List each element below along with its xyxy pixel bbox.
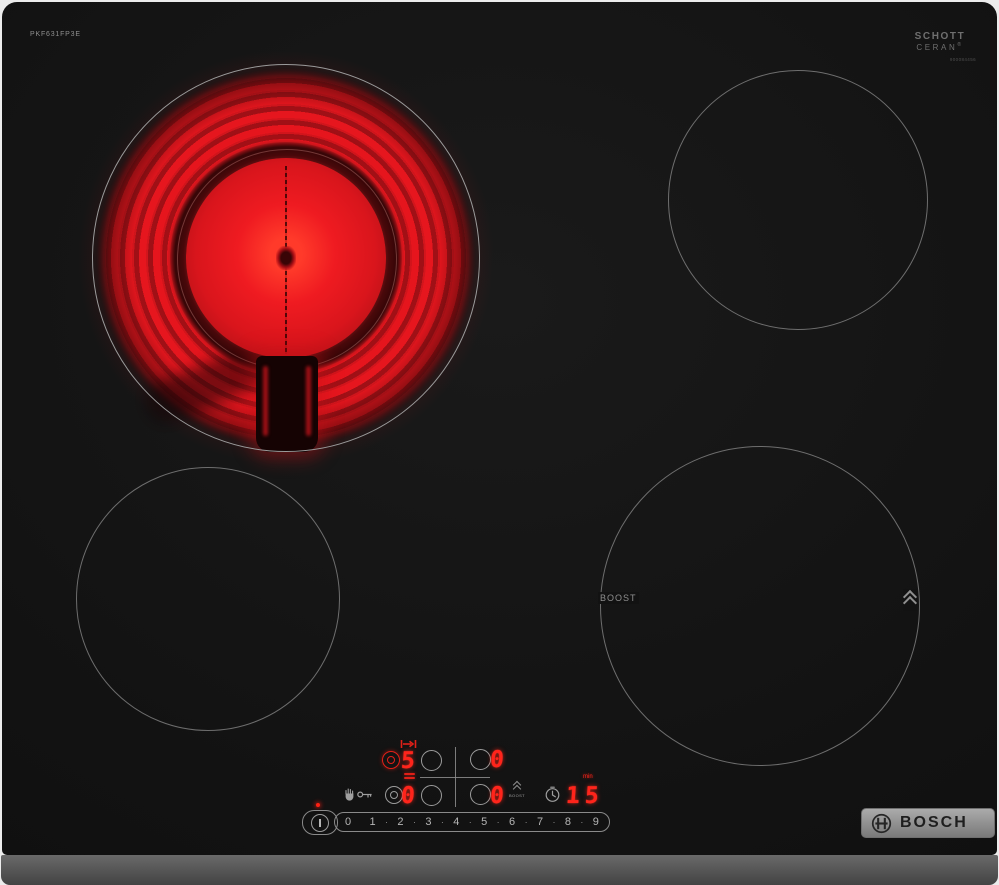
- key-icon[interactable]: [357, 790, 373, 799]
- zone-outline-circle: [92, 64, 480, 452]
- front-right-level-display: 0: [489, 783, 505, 809]
- slider-level-5[interactable]: 5: [481, 816, 487, 828]
- timer-unit-label: min: [583, 774, 593, 780]
- slider-level-0[interactable]: 0: [345, 816, 351, 828]
- power-indicator-dot: [316, 803, 320, 807]
- power-level-slider[interactable]: 0 1 · 2 · 3 · 4 · 5 · 6 · 7 · 8 · 9: [334, 812, 610, 832]
- schott-ceran-logo: SCHOTT CERAN® 900084456: [900, 31, 980, 62]
- slider-level-4[interactable]: 4: [453, 816, 459, 828]
- slider-dot: ·: [552, 817, 556, 827]
- bosch-logo-text: BOSCH: [900, 814, 968, 831]
- boost-key[interactable]: BOOST: [506, 780, 528, 798]
- rear-left-level-display: 5: [400, 748, 416, 774]
- rear-left-zone-selected-icon: [382, 751, 400, 769]
- slider-level-9[interactable]: 9: [593, 816, 599, 828]
- schott-logo-line1: SCHOTT: [914, 31, 966, 42]
- hand-icon[interactable]: [343, 787, 356, 801]
- model-number: PKF631FP3E: [30, 31, 81, 38]
- schott-logo-line2: CERAN®: [916, 41, 964, 52]
- cooktop-product-photo: PKF631FP3E SCHOTT CERAN® 900084456 BOOST: [0, 0, 999, 885]
- slider-dot: ·: [524, 817, 528, 827]
- zone-rear-left-heating: [76, 48, 496, 468]
- slider-dot: ·: [468, 817, 472, 827]
- standby-icon: [311, 813, 329, 832]
- slider-level-6[interactable]: 6: [509, 816, 515, 828]
- double-chevron-up-icon: [902, 589, 918, 611]
- slider-dot: ·: [580, 817, 584, 827]
- slider-level-3[interactable]: 3: [425, 816, 431, 828]
- slider-dot: ·: [385, 817, 389, 827]
- boost-key-label: BOOST: [508, 793, 525, 798]
- slider-dot: ·: [440, 817, 444, 827]
- slider-level-2[interactable]: 2: [397, 816, 403, 828]
- glass-print-code: 900084456: [949, 56, 976, 62]
- rear-left-zone-key[interactable]: [421, 750, 442, 771]
- bosch-logo-badge: BOSCH: [861, 808, 995, 838]
- power-key[interactable]: [302, 810, 338, 835]
- zone-rear-right: [668, 70, 928, 330]
- zone-front-right-boost: [600, 446, 920, 766]
- boost-zone-label: BOOST: [598, 592, 639, 604]
- slider-level-7[interactable]: 7: [537, 816, 543, 828]
- front-left-zone-key[interactable]: [421, 785, 442, 806]
- dual-circuit-marks: [404, 773, 415, 781]
- rear-right-zone-key[interactable]: [470, 749, 491, 770]
- front-left-level-display: 0: [400, 783, 416, 809]
- timer-display: 15: [565, 783, 605, 809]
- slider-dot: ·: [496, 817, 500, 827]
- slider-dot: ·: [412, 817, 416, 827]
- slider-level-8[interactable]: 8: [565, 816, 571, 828]
- front-right-zone-key[interactable]: [470, 784, 491, 805]
- bosch-armature-icon: [871, 813, 892, 833]
- clock-icon[interactable]: [544, 786, 561, 803]
- zone-map-horizontal-divider: [420, 777, 490, 778]
- zone-front-left: [76, 467, 340, 731]
- rear-right-level-display: 0: [489, 747, 505, 773]
- registered-mark: ®: [957, 41, 964, 48]
- slider-level-1[interactable]: 1: [370, 816, 376, 828]
- front-edge-profile: [1, 855, 998, 885]
